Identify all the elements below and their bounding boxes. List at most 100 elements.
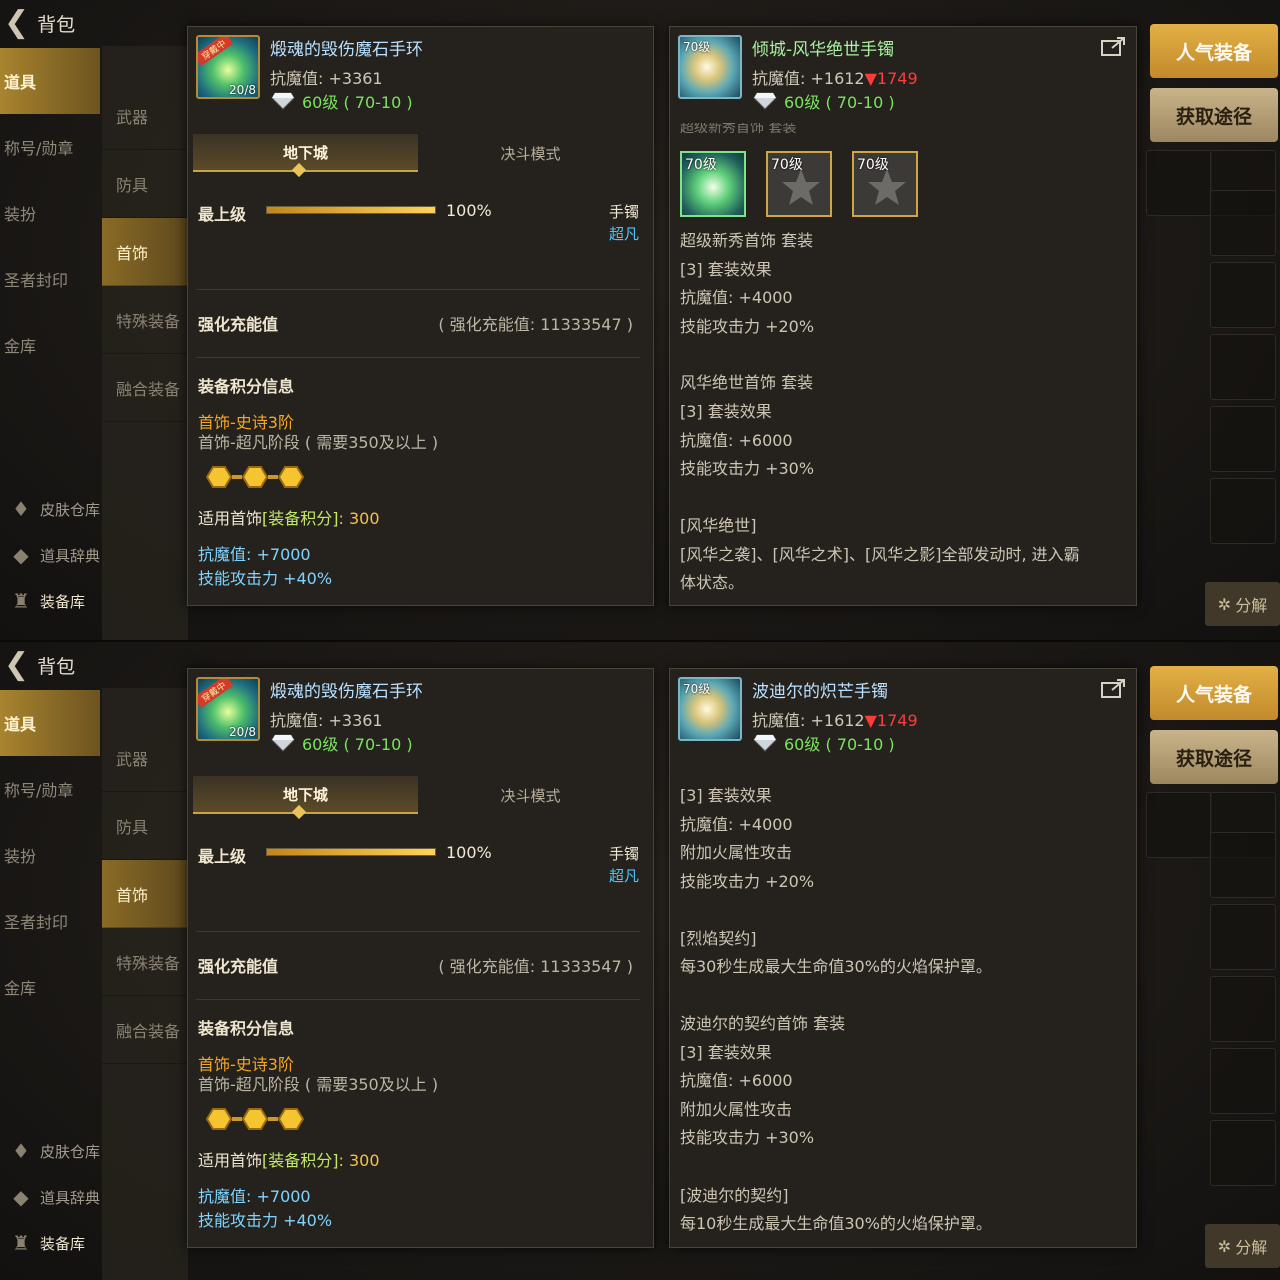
sub-nav-item[interactable]: 融合装备 xyxy=(102,996,188,1064)
sub-nav-item[interactable]: 融合装备 xyxy=(102,354,188,422)
score-line: 适用首饰[装备积分]: 300 xyxy=(198,1147,380,1171)
sub-nav-item[interactable]: 武器 xyxy=(102,82,188,150)
skin-storage-button[interactable]: ♦ 皮肤仓库 xyxy=(0,1128,102,1174)
bonus-magic: 抗魔值: +7000 xyxy=(198,545,311,564)
stat-value: 抗魔值: +1612 xyxy=(752,711,865,730)
dismantle-button[interactable]: ✲ 分解 xyxy=(1205,582,1280,626)
set-text-line: [波迪尔的契约] xyxy=(680,1186,789,1205)
set-text-line: 技能攻击力 +20% xyxy=(680,317,815,336)
share-icon[interactable] xyxy=(1100,35,1128,57)
progress-fill xyxy=(267,849,435,855)
top-grade-label: 最上级 xyxy=(198,205,247,224)
progress-percent: 100% xyxy=(446,201,492,220)
inventory-slot[interactable] xyxy=(1146,150,1212,216)
inventory-slot[interactable] xyxy=(1210,1120,1276,1186)
obtain-route-button[interactable]: 获取途径 xyxy=(1150,88,1278,142)
star-icon xyxy=(782,169,820,205)
item-level: 60级 ( 70-10 ) xyxy=(270,89,413,113)
inventory-slot[interactable] xyxy=(1210,334,1276,400)
score-title: 装备积分信息 xyxy=(198,377,295,396)
side-nav-item[interactable]: 圣者封印 xyxy=(0,246,100,312)
sub-nav-item[interactable]: 武器 xyxy=(102,724,188,792)
side-nav-item[interactable]: 道具 xyxy=(0,690,100,756)
inventory-slot[interactable] xyxy=(1146,792,1212,858)
sub-nav-item[interactable]: 首饰 xyxy=(102,218,188,286)
sub-nav: 武器 防具 首饰 特殊装备 融合装备 xyxy=(102,688,188,1280)
sub-nav-item[interactable]: 防具 xyxy=(102,792,188,860)
sub-nav-item[interactable]: 特殊装备 xyxy=(102,928,188,996)
transcend-stage: 首饰-超凡阶段 ( 需要350及以上 ) xyxy=(198,433,439,452)
tab-dungeon[interactable]: 地下城 xyxy=(193,776,418,814)
tab-dungeon[interactable]: 地下城 xyxy=(193,134,418,172)
set-text-line: 风华绝世首饰 套装 xyxy=(680,373,814,392)
inventory-slot[interactable] xyxy=(1210,976,1276,1042)
divider xyxy=(196,289,640,290)
set-text-line: [3] 套装效果 xyxy=(680,786,772,805)
sub-nav-item[interactable]: 特殊装备 xyxy=(102,286,188,354)
mode-tabs: 地下城 决斗模式 xyxy=(193,134,643,172)
item-dictionary-button[interactable]: ◆ 道具辞典 xyxy=(0,532,102,578)
item-level-text: 60级 ( 70-10 ) xyxy=(784,735,895,754)
side-nav-item[interactable]: 装扮 xyxy=(0,822,100,888)
side-nav-item[interactable]: 圣者封印 xyxy=(0,888,100,954)
inventory-slot[interactable] xyxy=(1210,478,1276,544)
compare-item-tooltip: 70级 波迪尔的炽芒手镯 抗魔值: +1612▼1749 60级 ( 70-10… xyxy=(669,668,1137,1248)
popular-equipment-button[interactable]: 人气装备 xyxy=(1150,666,1278,720)
side-nav-item[interactable]: 金库 xyxy=(0,954,100,1020)
inventory-slot[interactable] xyxy=(1210,262,1276,328)
dismantle-label: 分解 xyxy=(1235,596,1268,615)
set-text-line: 技能攻击力 +20% xyxy=(680,872,815,891)
item-name: 波迪尔的炽芒手镯 xyxy=(752,682,888,702)
side-bottom-label: 皮肤仓库 xyxy=(40,500,101,519)
obtain-route-button[interactable]: 获取途径 xyxy=(1150,730,1278,784)
stage-hexes xyxy=(206,465,304,489)
sub-nav-item[interactable]: 防具 xyxy=(102,150,188,218)
top-grade-label: 最上级 xyxy=(198,847,247,866)
tab-pvp[interactable]: 决斗模式 xyxy=(418,776,643,814)
side-nav-item[interactable]: 称号/勋章 xyxy=(0,756,100,822)
side-nav-item[interactable]: 道具 xyxy=(0,48,100,114)
inventory-slot[interactable] xyxy=(1210,1048,1276,1114)
tab-pvp[interactable]: 决斗模式 xyxy=(418,134,643,172)
screen-bottom: ❮ 背包 道具 称号/勋章 装扮 圣者封印 金库 ♦ 皮肤仓库 ◆ 道具辞典 ♜ 装备… xyxy=(0,640,1280,1280)
item-name: 煅魂的毁伤魔石手环 xyxy=(270,682,423,702)
inventory-slot[interactable] xyxy=(1210,832,1276,898)
inventory-slot[interactable] xyxy=(1210,406,1276,472)
side-nav-item[interactable]: 装扮 xyxy=(0,180,100,246)
set-item-icon[interactable]: 70级 xyxy=(852,151,918,217)
dismantle-icon: ✲ xyxy=(1217,1236,1232,1256)
side-bottom-nav: ♦ 皮肤仓库 ◆ 道具辞典 ♜ 装备库 xyxy=(0,486,102,624)
back-arrow-icon[interactable]: ❮ xyxy=(4,650,29,680)
item-dictionary-button[interactable]: ◆ 道具辞典 xyxy=(0,1174,102,1220)
score-tag: [装备积分] xyxy=(262,509,339,528)
equipment-library-button[interactable]: ♜ 装备库 xyxy=(0,578,102,624)
hex-icon xyxy=(278,466,304,488)
equipped-item-tooltip: 穿戴中 20/8 煅魂的毁伤魔石手环 抗魔值: +3361 60级 ( 70-1… xyxy=(187,668,654,1248)
equipment-library-button[interactable]: ♜ 装备库 xyxy=(0,1220,102,1266)
item-level-text: 60级 ( 70-10 ) xyxy=(784,93,895,112)
skin-storage-button[interactable]: ♦ 皮肤仓库 xyxy=(0,486,102,532)
side-nav-item[interactable]: 金库 xyxy=(0,312,100,378)
hex-link xyxy=(232,1117,242,1121)
stat-delta: ▼1749 xyxy=(864,711,918,730)
upgrade-progress-bar xyxy=(266,848,436,856)
share-icon[interactable] xyxy=(1100,677,1128,699)
sub-nav-item[interactable]: 首饰 xyxy=(102,860,188,928)
side-bottom-label: 皮肤仓库 xyxy=(40,1142,101,1161)
set-text-line: 抗魔值: +6000 xyxy=(680,431,793,450)
dismantle-button[interactable]: ✲ 分解 xyxy=(1205,1224,1280,1268)
set-item-icon[interactable]: 70级 xyxy=(680,151,746,217)
inventory-slot[interactable] xyxy=(1210,904,1276,970)
inventory-slot[interactable] xyxy=(1210,190,1276,256)
gem-icon xyxy=(270,733,296,753)
popular-equipment-button[interactable]: 人气装备 xyxy=(1150,24,1278,78)
slot-grade: 超凡 xyxy=(608,225,639,243)
set-text-line: 每10秒生成最大生命值30%的火焰保护罩。 xyxy=(680,1214,992,1233)
set-text-line: [风华之袭]、[风华之术]、[风华之影]全部发动时, 进入霸 xyxy=(680,545,1080,564)
side-nav-item[interactable]: 称号/勋章 xyxy=(0,114,100,180)
bag-header: ❮ 背包 xyxy=(0,0,100,46)
set-item-icon[interactable]: 70级 xyxy=(766,151,832,217)
back-arrow-icon[interactable]: ❮ xyxy=(4,8,29,38)
hanger-icon: ♦ xyxy=(12,497,30,521)
hex-link xyxy=(268,1117,278,1121)
